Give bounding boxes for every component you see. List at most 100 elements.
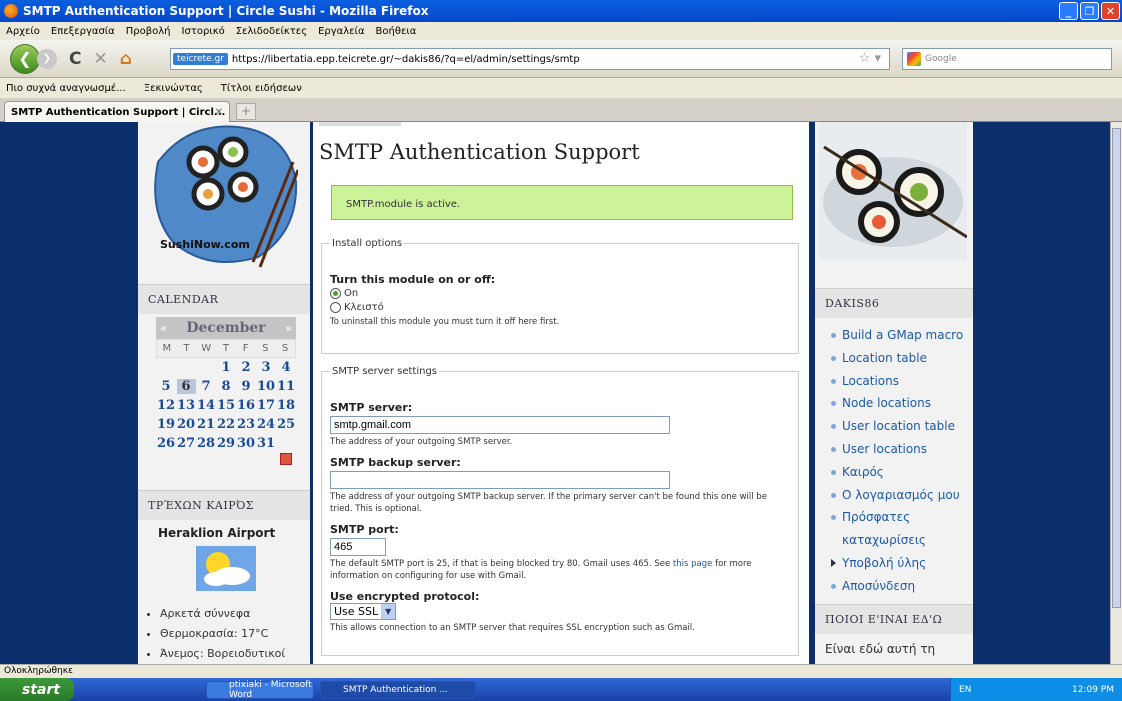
calendar-day: 25 <box>276 417 296 432</box>
this-page-link[interactable]: this page <box>673 559 712 569</box>
stop-icon[interactable]: ✕ <box>93 49 107 69</box>
bullet-icon <box>831 583 836 589</box>
user-menu-link[interactable]: Ο λογαριασμός μου <box>842 484 960 507</box>
smtp-port-description: The default SMTP port is 25, if that is … <box>330 558 790 582</box>
user-menu-link[interactable]: Locations <box>842 370 899 393</box>
calendar-day: 6 <box>176 379 196 394</box>
new-tab-button[interactable]: + <box>236 103 256 120</box>
start-button[interactable]: start <box>0 678 74 701</box>
user-menu-link[interactable]: Πρόσφατες καταχωρίσεις <box>842 506 973 552</box>
radio-off-label[interactable]: Κλειστό <box>344 302 384 313</box>
forward-button[interactable]: ❯ <box>37 48 57 69</box>
bookmark-star-icon[interactable]: ☆ ▾ <box>859 51 881 66</box>
radio-off-control[interactable] <box>330 301 341 313</box>
calendar-day: 14 <box>196 398 216 413</box>
calendar-month: December <box>186 320 266 336</box>
user-menu-item[interactable]: Build a GMap macro <box>831 324 973 347</box>
reload-icon[interactable]: C <box>69 49 81 69</box>
radio-on-control[interactable] <box>330 287 341 299</box>
search-box[interactable]: Google ⌕ <box>902 48 1112 70</box>
who-online-block: ΠΟΙΟΙ Ε'ΙΝΑΙ ΕΔ'Ω Είναι εδώ αυτή τη <box>815 604 973 664</box>
calendar-day: 9 <box>241 379 251 394</box>
menu-bookmarks[interactable]: Σελιδοδείκτες <box>236 26 307 37</box>
status-bar: Ολοκληρώθηκε <box>0 664 1122 678</box>
url-text[interactable]: https://libertatia.epp.teicrete.gr/~daki… <box>232 54 580 65</box>
menu-file[interactable]: Αρχείο <box>6 26 40 37</box>
smtp-backup-label: SMTP backup server: <box>330 456 461 469</box>
task-word[interactable]: ptixiaki - Microsoft Word <box>206 680 314 700</box>
user-menu-link[interactable]: Location table <box>842 347 927 370</box>
smtp-server-input[interactable] <box>330 416 670 434</box>
chevron-down-icon[interactable]: ▼ <box>381 604 396 619</box>
task-firefox-label[interactable]: SMTP Authentication ... <box>343 685 448 695</box>
user-menu-item[interactable]: User locations <box>831 438 973 461</box>
menu-history[interactable]: Ιστορικό <box>182 26 225 37</box>
user-menu-list: Build a GMap macro Location table Location… <box>815 318 973 598</box>
user-menu-link[interactable]: Node locations <box>842 392 931 415</box>
calendar-title: CALENDAR <box>138 284 310 314</box>
weekday: M <box>162 343 172 354</box>
calendar-day: 26 <box>156 436 176 451</box>
home-icon[interactable]: ⌂ <box>120 49 132 69</box>
user-menu-item[interactable]: Πρόσφατες καταχωρίσεις <box>831 506 973 552</box>
minimize-button[interactable]: _ <box>1059 2 1078 20</box>
calendar-weekdays: M T W T F S S <box>156 339 296 358</box>
bookmark-getting-started[interactable]: Ξεκινώντας <box>144 83 203 94</box>
user-menu-item[interactable]: Υποβολή ύλης <box>831 552 973 575</box>
vertical-scrollbar[interactable] <box>1110 122 1122 664</box>
ical-icon[interactable] <box>156 453 296 468</box>
close-tab-icon[interactable]: ✕ <box>215 107 223 118</box>
user-menu-item[interactable]: Ο λογαριασμός μου <box>831 484 973 507</box>
back-button[interactable]: ❮ <box>10 43 40 74</box>
start-label[interactable]: start <box>22 682 60 698</box>
user-menu-link[interactable]: Καιρός <box>842 461 884 484</box>
user-menu-link[interactable]: Υποβολή ύλης <box>842 552 926 575</box>
menu-view[interactable]: Προβολή <box>126 26 171 37</box>
bullet-icon <box>831 492 836 498</box>
tab-smtp[interactable]: SMTP Authentication Support | Circl... ✕ <box>4 101 230 122</box>
user-menu-item[interactable]: Αποσύνδεση <box>831 575 973 598</box>
calendar-day: 7 <box>201 379 211 394</box>
radio-on-label[interactable]: On <box>344 288 358 299</box>
task-word-label[interactable]: ptixiaki - Microsoft Word <box>229 680 313 700</box>
smtp-port-input[interactable] <box>330 538 386 556</box>
user-menu-link[interactable]: Αποσύνδεση <box>842 575 915 598</box>
calendar-prev[interactable]: « <box>160 322 167 335</box>
user-menu-item[interactable]: User location table <box>831 415 973 438</box>
menu-tools[interactable]: Εργαλεία <box>318 26 364 37</box>
user-menu-link[interactable]: Build a GMap macro <box>842 324 963 347</box>
calendar-next[interactable]: » <box>285 322 292 335</box>
calendar-day: 4 <box>281 360 291 375</box>
bookmark-latest-headlines[interactable]: Τίτλοι ειδήσεων <box>221 83 302 94</box>
protocol-select[interactable]: Use SSL ▼ <box>330 603 397 620</box>
scrollbar-thumb[interactable] <box>1112 128 1121 608</box>
bookmark-most-visited[interactable]: Πιο συχνά αναγνωσμέ... <box>6 83 126 94</box>
menu-edit[interactable]: Επεξεργασία <box>51 26 115 37</box>
address-bar[interactable]: teicrete.gr https://libertatia.epp.teicr… <box>170 48 890 70</box>
user-menu-item[interactable]: Καιρός <box>831 461 973 484</box>
user-menu-link[interactable]: User locations <box>842 438 927 461</box>
user-menu-item[interactable]: Locations <box>831 370 973 393</box>
menu-help[interactable]: Βοήθεια <box>376 26 417 37</box>
site-identity-badge[interactable]: teicrete.gr <box>173 53 228 65</box>
maximize-button[interactable]: ❐ <box>1080 2 1099 20</box>
close-button[interactable]: ✕ <box>1101 2 1120 20</box>
task-firefox[interactable]: SMTP Authentication ... <box>320 681 476 699</box>
toggle-label: Turn this module on or off: <box>330 273 496 286</box>
radio-off[interactable]: Κλειστό <box>330 300 790 314</box>
language-indicator[interactable]: EN <box>951 685 971 695</box>
calendar-day: 18 <box>276 398 296 413</box>
user-menu-item[interactable]: Location table <box>831 347 973 370</box>
user-menu-link[interactable]: User location table <box>842 415 955 438</box>
radio-on[interactable]: On <box>330 286 790 300</box>
smtp-backup-input[interactable] <box>330 471 670 489</box>
calendar-day: 21 <box>196 417 216 432</box>
user-menu-item[interactable]: Node locations <box>831 392 973 415</box>
protocol-selected-value[interactable]: Use SSL <box>334 605 378 618</box>
smtp-backup-description: The address of your outgoing SMTP backup… <box>330 492 767 514</box>
google-icon[interactable] <box>907 52 921 66</box>
calendar-day: 30 <box>236 436 256 451</box>
calendar-day: 22 <box>216 417 236 432</box>
port-desc-a: The default SMTP port is 25, if that is … <box>330 559 671 569</box>
left-sidebar: SushiNow.com CALENDAR « December » M T W… <box>138 122 310 664</box>
